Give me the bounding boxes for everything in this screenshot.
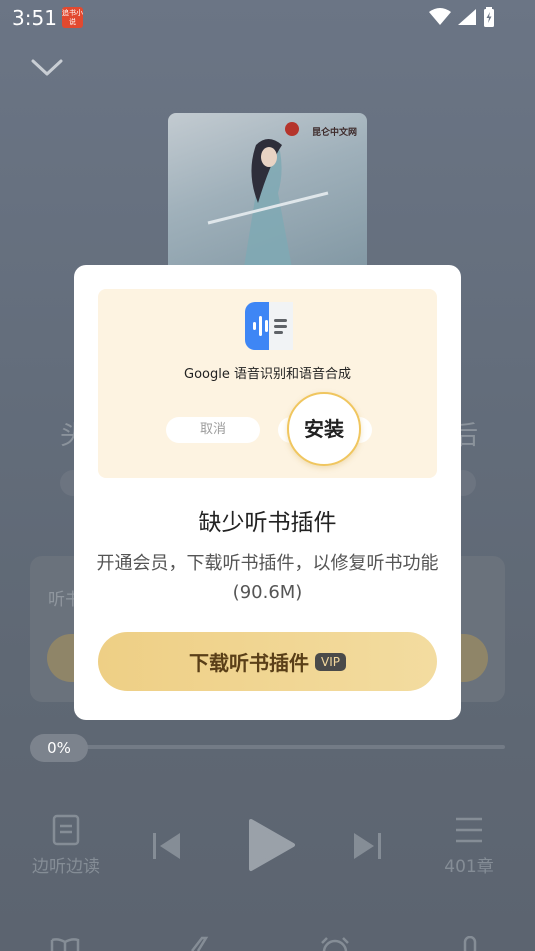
illustration-cancel-pill: 取消 <box>166 417 260 443</box>
skip-previous-icon <box>153 833 180 859</box>
battery-icon <box>484 7 494 27</box>
signal-icon <box>458 9 476 25</box>
missing-plugin-dialog: Google 语音识别和语音合成 取消 安装 缺少听书插件 开通会员，下载听书插… <box>74 265 461 720</box>
bottom-nav <box>0 932 535 951</box>
illustration-install-highlight: 安装 <box>287 392 361 466</box>
read-while-listening-button[interactable]: 边听边读 <box>30 812 102 877</box>
status-time: 3:51 <box>12 6 57 30</box>
vip-badge: VIP <box>315 652 346 671</box>
previous-button[interactable] <box>152 832 182 865</box>
list-icon <box>456 817 482 843</box>
cover-illustration <box>207 139 329 273</box>
play-button[interactable] <box>248 818 296 877</box>
chapter-count-label: 401章 <box>444 857 494 877</box>
plugin-name: Google 语音识别和语音合成 <box>184 367 351 382</box>
status-icons <box>429 7 495 27</box>
book-icon[interactable] <box>50 938 80 951</box>
book-page-icon <box>52 814 80 846</box>
download-plugin-button[interactable]: 下载听书插件 VIP <box>98 632 437 691</box>
progress-track[interactable] <box>30 745 505 749</box>
skip-next-icon <box>354 833 381 859</box>
read-while-listening-label: 边听边读 <box>32 857 100 877</box>
chevron-down-icon <box>31 59 63 76</box>
app-notification-icon: 追书小说 <box>62 7 83 28</box>
chapter-list-button[interactable]: 401章 <box>440 812 498 877</box>
download-plugin-label: 下载听书插件 <box>189 651 309 675</box>
dialog-description: 开通会员，下载听书插件，以修复听书功能(90.6M) <box>96 553 439 603</box>
collapse-button[interactable] <box>30 54 64 82</box>
microphone-icon[interactable] <box>460 936 480 951</box>
progress-thumb[interactable]: 0% <box>30 734 88 762</box>
player-controls: 边听边读 401章 <box>0 812 535 882</box>
speech-services-icon <box>245 302 293 350</box>
play-icon <box>249 819 295 871</box>
book-cover: 昆仑中文网 <box>168 113 367 273</box>
plugin-illustration: Google 语音识别和语音合成 取消 安装 <box>98 289 437 478</box>
next-button[interactable] <box>352 832 382 865</box>
app-notification-label: 追书小说 <box>62 9 83 26</box>
alarm-clock-icon[interactable] <box>319 936 351 951</box>
status-bar: 3:51 追书小说 <box>0 0 535 36</box>
wifi-icon <box>429 8 451 25</box>
dialog-title: 缺少听书插件 <box>198 510 337 536</box>
speed-icon[interactable] <box>186 936 212 951</box>
